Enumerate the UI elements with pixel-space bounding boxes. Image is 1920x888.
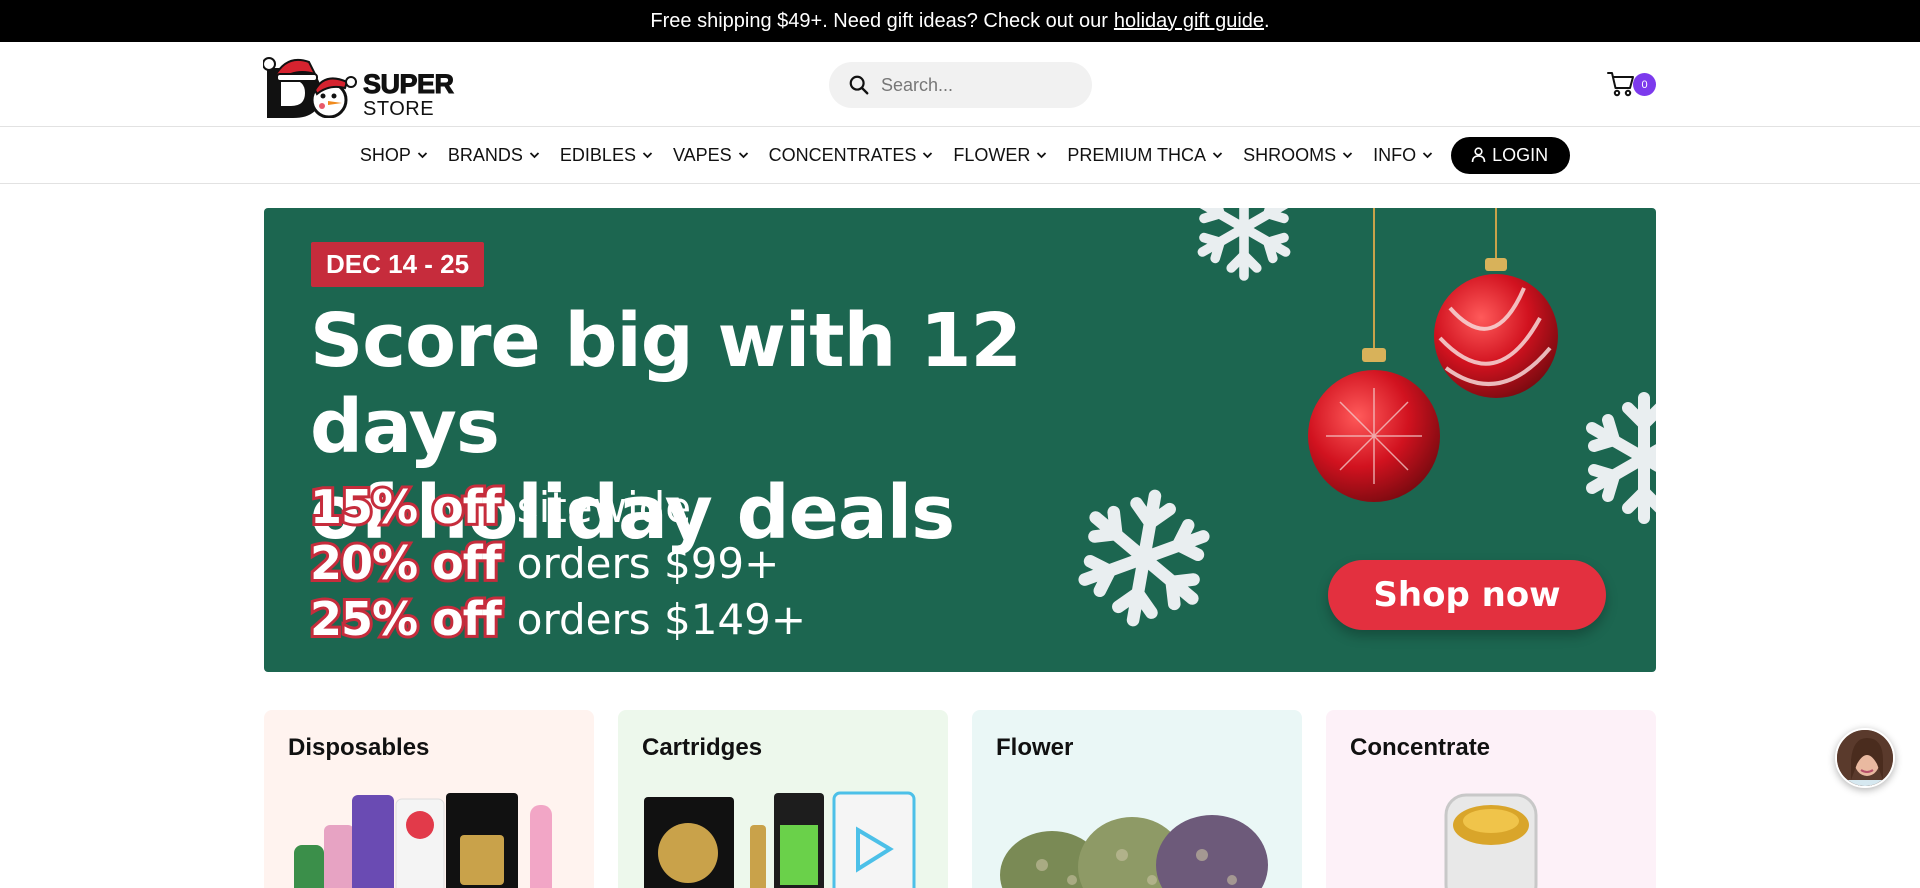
nav-item-label: FLOWER (953, 144, 1031, 165)
nav-item-premium-thca[interactable]: PREMIUM THCA (1067, 145, 1223, 166)
chevron-down-icon (1422, 152, 1433, 159)
chevron-down-icon (923, 152, 933, 159)
site-header: SUPER STORE 0 (0, 42, 1920, 127)
chevron-down-icon (738, 152, 748, 159)
category-title: Disposables (288, 734, 430, 761)
search-icon[interactable] (848, 74, 870, 96)
cart-icon[interactable] (1607, 71, 1635, 97)
snowflake-icon (1202, 208, 1285, 276)
offer-description: orders $99+ (516, 538, 780, 588)
chevron-down-icon (1037, 152, 1047, 159)
nav-item-label: BRANDS (447, 144, 523, 165)
chat-avatar-icon[interactable] (1837, 730, 1895, 788)
offer-row: 20% off orders $99+ (307, 533, 780, 593)
chevron-down-icon (417, 152, 428, 159)
offer-description: orders $149+ (516, 594, 807, 644)
snowflake-icon (1592, 398, 1656, 518)
search-input[interactable] (881, 74, 1081, 96)
disposables-product-image (294, 793, 552, 888)
nav-item-label: SHROOMS (1243, 144, 1337, 165)
ornament-icon (1308, 348, 1440, 502)
offer-percent: 20% off (307, 533, 505, 593)
cart-count-badge: 0 (1633, 73, 1656, 96)
offer-row: 25% off orders $149+ (307, 589, 807, 649)
offer-description: sitewide (516, 482, 692, 532)
chevron-down-icon (1212, 152, 1223, 159)
date-badge: DEC 14 - 25 (311, 242, 485, 287)
announcement-bar: Free shipping $49+. Need gift ideas? Che… (0, 0, 1920, 42)
holiday-deals-banner[interactable]: DEC 14 - 25 Score big with 12 days of ho… (264, 208, 1656, 672)
store-logo[interactable]: SUPER STORE (262, 54, 459, 120)
cartridges-product-image (644, 791, 916, 888)
offer-row: 15% off sitewide (307, 477, 692, 537)
announcement-period: . (1264, 9, 1270, 32)
offer-percent: 15% off (307, 477, 505, 537)
shop-now-button[interactable]: Shop now (1328, 560, 1606, 630)
logo-store-text: STORE (363, 98, 435, 120)
login-button[interactable]: LOGIN (1451, 136, 1571, 174)
holiday-gift-guide-link[interactable]: holiday gift guide (1114, 10, 1264, 33)
offer-percent: 25% off (307, 589, 505, 649)
concentrate-product-image (1444, 793, 1538, 888)
announcement-text: Free shipping $49+. Need gift ideas? Che… (650, 9, 1108, 32)
nav-item-brands[interactable]: BRANDS (448, 145, 540, 166)
search-bar[interactable] (829, 62, 1092, 108)
category-title: Concentrate (1350, 734, 1491, 761)
category-title: Flower (996, 734, 1074, 761)
user-icon (1471, 147, 1486, 163)
nav-item-shop[interactable]: SHOP (360, 145, 428, 166)
category-card-concentrate[interactable]: Concentrate (1326, 710, 1656, 888)
cart-button[interactable]: 0 (1607, 71, 1657, 101)
logo-super-text: SUPER (363, 69, 455, 99)
chevron-down-icon (1342, 152, 1353, 159)
nav-item-info[interactable]: INFO (1373, 145, 1433, 166)
nav-item-label: EDIBLES (559, 144, 636, 165)
nav-item-label: INFO (1373, 144, 1417, 165)
nav-item-flower[interactable]: FLOWER (953, 145, 1047, 166)
chevron-down-icon (529, 152, 540, 159)
nav-item-label: SHOP (359, 144, 411, 165)
category-card-cartridges[interactable]: Cartridges (618, 710, 948, 888)
login-label: LOGIN (1492, 144, 1549, 165)
nav-item-concentrates[interactable]: CONCENTRATES (769, 145, 934, 166)
ornament-icon (1434, 258, 1558, 398)
nav-item-label: VAPES (672, 144, 732, 165)
category-card-flower[interactable]: Flower (972, 710, 1302, 888)
logo-wordmark: SUPER STORE (363, 69, 455, 120)
snowman-logo-icon (262, 57, 357, 119)
nav-item-edibles[interactable]: EDIBLES (560, 145, 653, 166)
nav-item-label: CONCENTRATES (768, 144, 917, 165)
main-nav: SHOP BRANDS EDIBLES VAPES CONCENTRATES F… (0, 127, 1920, 184)
nav-item-shrooms[interactable]: SHROOMS (1243, 145, 1353, 166)
flower-product-image (1000, 815, 1268, 888)
category-title: Cartridges (642, 734, 763, 761)
chat-avatar-button[interactable] (1835, 728, 1895, 788)
headline-line-1: Score big with 12 days (310, 298, 1022, 470)
nav-item-vapes[interactable]: VAPES (673, 145, 749, 166)
chevron-down-icon (642, 152, 653, 159)
nav-item-label: PREMIUM THCA (1067, 144, 1207, 165)
category-card-disposables[interactable]: Disposables (264, 710, 594, 888)
